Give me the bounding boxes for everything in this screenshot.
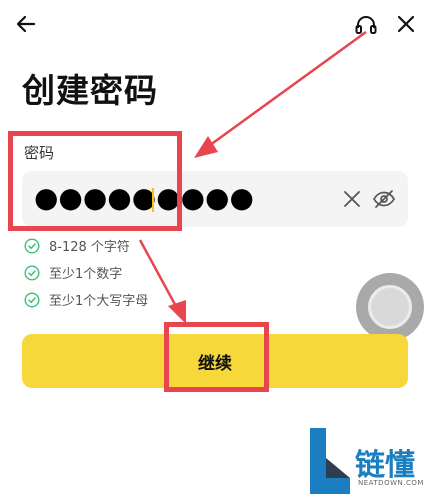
back-arrow-icon[interactable]	[14, 12, 38, 36]
arrow-to-continue-button	[138, 239, 186, 324]
rule-item: 至少1个大写字母	[24, 290, 148, 309]
floating-button-knob	[368, 285, 412, 329]
annotation-highlight-password	[8, 131, 182, 231]
arrow-to-password-field	[194, 30, 367, 158]
rule-text: 至少1个数字	[49, 267, 123, 282]
rule-item: 8-128 个字符	[24, 236, 130, 255]
close-icon[interactable]	[394, 12, 418, 36]
watermark-subtext: NEATDOWN.COM	[358, 479, 424, 487]
annotation-highlight-continue	[164, 322, 269, 392]
page-title: 创建密码	[22, 71, 158, 110]
watermark-text: 链懂	[355, 448, 415, 483]
headset-support-icon[interactable]	[353, 12, 379, 38]
watermark-logo	[310, 428, 350, 494]
check-circle-icon	[24, 291, 40, 308]
rule-text: 8-128 个字符	[49, 240, 130, 255]
check-circle-icon	[24, 237, 40, 254]
eye-off-icon[interactable]	[372, 187, 396, 211]
clear-icon[interactable]	[342, 189, 362, 209]
rule-text: 至少1个大写字母	[49, 294, 149, 309]
rule-item: 至少1个数字	[24, 263, 122, 282]
check-circle-icon	[24, 264, 40, 281]
